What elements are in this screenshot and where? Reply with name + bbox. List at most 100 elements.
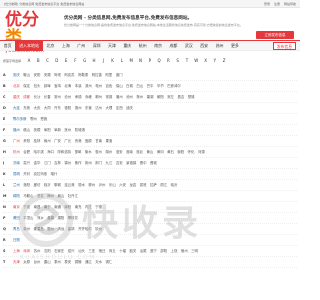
city-link[interactable]: 沧州 [64, 92, 71, 102]
nav-item[interactable]: 重庆 [120, 41, 135, 51]
city-link[interactable]: 秦皇岛 [34, 224, 44, 234]
city-link[interactable]: 龙岩 [129, 180, 136, 190]
letter-link[interactable]: Q [154, 57, 163, 65]
city-link[interactable]: 濮阳 [58, 213, 65, 223]
city-link[interactable]: 巴中 [147, 81, 154, 91]
city-link[interactable]: 南阳 [64, 202, 71, 212]
city-link[interactable]: 十堰 [119, 246, 126, 256]
city-link[interactable]: 阿勒泰 [78, 70, 88, 80]
city-link[interactable]: 大同 [44, 103, 51, 113]
city-link[interactable]: 甘南 [95, 136, 102, 146]
city-link[interactable]: 拉萨 [150, 180, 157, 190]
city-link[interactable]: 德阳 [64, 103, 71, 113]
city-link[interactable]: 北海 [64, 81, 71, 91]
city-link[interactable]: 广州 [13, 136, 20, 146]
city-link[interactable]: 晋城 [150, 158, 157, 168]
city-link[interactable]: 海口 [47, 147, 54, 157]
letter-link[interactable]: Y [210, 57, 219, 65]
city-link[interactable]: 邵阳 [160, 246, 167, 256]
letter-link[interactable]: T [182, 57, 191, 65]
city-link[interactable]: 阿里 [105, 70, 112, 80]
city-link[interactable]: 遂宁 [150, 246, 157, 256]
city-link[interactable]: 宁波 [23, 202, 30, 212]
city-link[interactable]: 广元 [64, 136, 71, 146]
city-link[interactable]: 惠州 [95, 147, 102, 157]
city-link[interactable]: 鞍山 [23, 70, 30, 80]
city-link[interactable]: 景德镇 [126, 158, 136, 168]
nav-item[interactable]: 武汉 [181, 41, 196, 51]
city-link[interactable]: 嘉兴 [23, 158, 30, 168]
city-link[interactable]: 贵阳 [23, 136, 30, 146]
city-link[interactable]: 定西 [116, 103, 123, 113]
city-link[interactable]: 丽水 [78, 180, 85, 190]
city-link[interactable]: 连云港 [64, 180, 74, 190]
city-link[interactable]: 内江 [85, 202, 92, 212]
city-link[interactable]: 桂林 [34, 136, 41, 146]
login-link[interactable]: 登录 [264, 2, 270, 6]
city-link[interactable]: 滁州 [136, 92, 143, 102]
nav-item[interactable]: 广州 [74, 41, 89, 51]
city-link[interactable]: 广安 [54, 136, 61, 146]
letter-link[interactable]: F [71, 57, 80, 65]
city-link[interactable]: 曲靖 [68, 224, 75, 234]
register-link[interactable]: 注册 [274, 2, 280, 6]
city-link[interactable]: 毕节 [157, 81, 164, 91]
city-link[interactable]: 鄂州 [30, 114, 37, 124]
city-link[interactable]: 绍兴 [68, 246, 75, 256]
city-link[interactable]: 泸州 [99, 180, 106, 190]
city-link[interactable]: 兰州 [13, 180, 20, 190]
city-link[interactable]: 包头 [34, 81, 41, 91]
city-link[interactable]: 哈尔滨 [34, 147, 44, 157]
city-link[interactable]: 东营 [85, 103, 92, 113]
city-link[interactable]: 太原 [23, 257, 30, 267]
city-link[interactable]: 九江 [106, 158, 113, 168]
city-link[interactable]: 蚌埠 [44, 81, 51, 91]
city-link[interactable]: 马鞍山 [23, 191, 33, 201]
city-link[interactable]: 铜仁 [106, 257, 113, 267]
letter-link[interactable]: C [43, 57, 52, 65]
city-link[interactable]: 泰安 [64, 257, 71, 267]
city-link[interactable]: 本溪 [75, 81, 82, 91]
city-link[interactable]: 淮安 [116, 147, 123, 157]
city-link[interactable]: 亳州 [95, 81, 102, 91]
city-link[interactable]: 昆明 [13, 169, 20, 179]
city-link[interactable]: 滨州 [85, 81, 92, 91]
city-link[interactable]: 大庆 [34, 103, 41, 113]
letter-link[interactable]: X [201, 57, 210, 65]
city-link[interactable]: 黄冈 [157, 147, 164, 157]
city-link[interactable]: 白山 [136, 81, 143, 91]
city-link[interactable]: 莆田 [13, 213, 20, 223]
city-link[interactable]: 锦州 [64, 158, 71, 168]
letter-link[interactable]: H [89, 57, 98, 65]
city-link[interactable]: 承德 [75, 92, 82, 102]
letter-link[interactable]: G [80, 57, 89, 65]
city-link[interactable]: 南京 [13, 202, 20, 212]
city-link[interactable]: 贵港 [75, 136, 82, 146]
city-link[interactable]: 宿迁 [99, 246, 106, 256]
city-link[interactable]: 吉安 [116, 158, 123, 168]
city-link[interactable]: 黄石 [167, 147, 174, 157]
city-link[interactable]: 晋中 [140, 158, 147, 168]
letter-link[interactable]: Z [220, 57, 229, 65]
city-link[interactable]: 眉山 [58, 191, 65, 201]
city-link[interactable]: 巢湖 [147, 92, 154, 102]
city-link[interactable]: 大连 [13, 103, 20, 113]
city-link[interactable]: 柳州 [88, 180, 95, 190]
city-link[interactable]: 绵阳 [13, 191, 20, 201]
city-link[interactable]: 保山 [116, 81, 123, 91]
city-link[interactable]: 攀枝花 [68, 213, 78, 223]
nav-item[interactable]: 北京 [43, 41, 58, 51]
city-link[interactable]: 阿拉善 [92, 70, 102, 80]
nav-item[interactable]: 首页 [0, 41, 15, 51]
city-link[interactable]: 乐山 [109, 180, 116, 190]
city-link[interactable]: 娄底 [140, 180, 147, 190]
city-link[interactable]: 崇左 [167, 92, 174, 102]
city-link[interactable]: 安庆 [13, 70, 20, 80]
city-link[interactable]: 达州 [95, 103, 102, 113]
city-link[interactable]: 青岛 [13, 224, 20, 234]
city-link[interactable]: 阜阳 [44, 125, 51, 135]
nav-item[interactable]: 苏州 [212, 41, 227, 51]
city-link[interactable]: 宁德 [95, 202, 102, 212]
city-link[interactable]: 洛阳 [23, 180, 30, 190]
city-link[interactable]: 石家庄 [54, 246, 64, 256]
